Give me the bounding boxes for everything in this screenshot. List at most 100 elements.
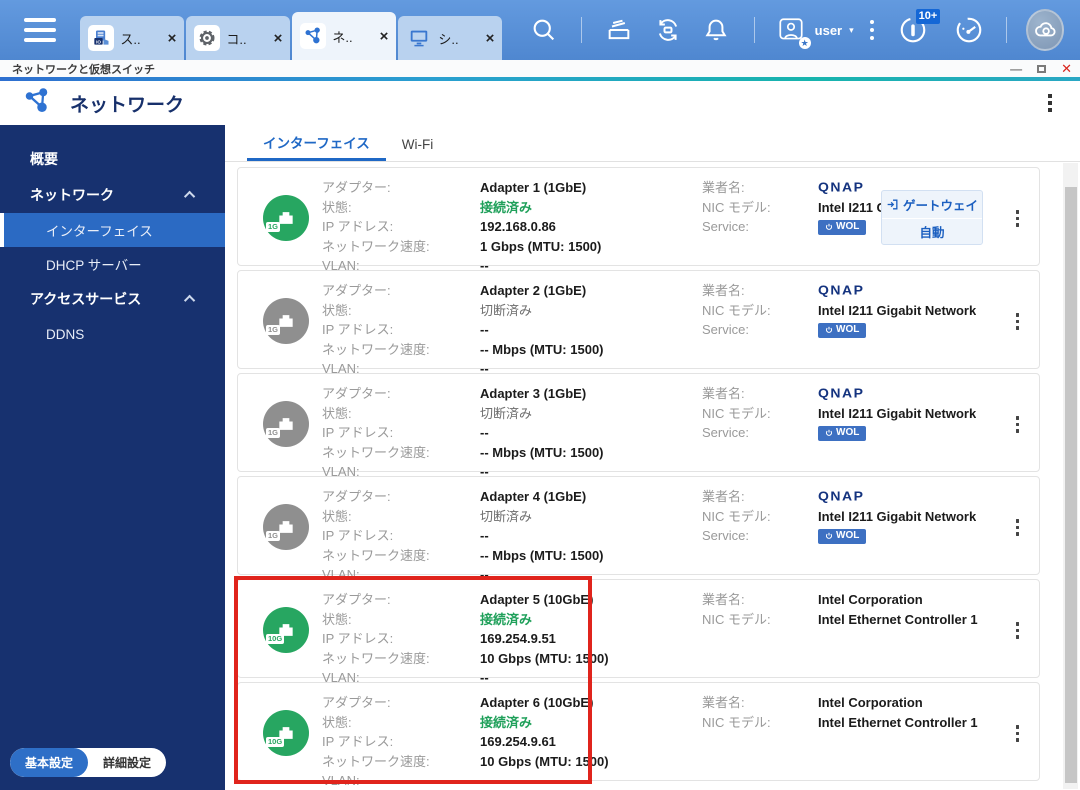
field-label: IP アドレス:	[322, 631, 394, 646]
field-label: IP アドレス:	[322, 219, 394, 234]
vertical-scrollbar[interactable]	[1063, 163, 1078, 789]
link-speed-badge: 1G	[266, 530, 281, 541]
adapter-status: 切断済み	[480, 508, 533, 524]
app-header: ネットワーク	[0, 81, 1080, 125]
gateway-label: ゲートウェイ	[902, 199, 978, 213]
adapter-speed: -- Mbps (MTU: 1500)	[480, 547, 604, 563]
vendor-name: Intel Corporation	[818, 695, 923, 710]
app-header-menu-button[interactable]	[1048, 94, 1052, 112]
sidebar-item-ddns[interactable]: DDNS	[0, 317, 225, 351]
vendor-logo: QNAP	[818, 488, 865, 504]
adapter-menu-button[interactable]	[1015, 519, 1019, 536]
sidebar-item-overview[interactable]: 概要	[0, 141, 225, 177]
advanced-settings-button[interactable]: 詳細設定	[88, 748, 166, 777]
tab-close-icon[interactable]: ×	[168, 30, 177, 47]
notifications-bell-button[interactable]	[701, 13, 732, 47]
control-panel-gear-icon	[194, 25, 221, 51]
adapter-connected-icon: 1G	[263, 194, 309, 241]
adapter-card-4: 1G アダプター: Adapter 4 (1GbE) 状態: 切断済み IP アドレ…	[237, 476, 1040, 582]
adapter-speed: 10 Gbps (MTU: 1500)	[480, 650, 609, 666]
adapter-card-6: 10G アダプター: Adapter 6 (10GbE) 状態: 接続済み IP ア…	[237, 682, 1040, 788]
myqnapcloud-button[interactable]	[1025, 9, 1064, 51]
adapter-speed: -- Mbps (MTU: 1500)	[480, 341, 604, 357]
adapter-vlan: --	[480, 773, 489, 788]
taskbar-divider	[753, 17, 755, 43]
adapter-menu-button[interactable]	[1015, 313, 1019, 330]
field-label: 業者名:	[702, 283, 745, 298]
field-label: 業者名:	[702, 386, 745, 401]
avatar-star-badge: ★	[798, 37, 811, 49]
firmware-update-button[interactable]	[653, 13, 684, 47]
svg-text:IO: IO	[96, 39, 101, 44]
network-app-icon	[22, 86, 52, 121]
field-label: 状態:	[322, 714, 352, 730]
field-label: 状態:	[322, 508, 352, 524]
field-label: IP アドレス:	[322, 528, 394, 543]
nic-model: Intel I211 Gigabit Network	[818, 302, 977, 318]
adapter-name: Adapter 1 (1GbE)	[480, 180, 587, 195]
field-label: アダプター:	[322, 386, 391, 401]
sidebar-label: インターフェイス	[46, 224, 153, 239]
field-label: ネットワーク速度:	[322, 547, 430, 563]
link-speed-badge: 1G	[266, 221, 281, 232]
sidebar-label: アクセスサービス	[30, 291, 142, 307]
tab-storage-snapshots[interactable]: IO ス.. ×	[80, 16, 185, 60]
tab-close-icon[interactable]: ×	[486, 30, 495, 47]
adapter-status: 切断済み	[480, 405, 533, 421]
adapter-connected-icon: 10G	[263, 709, 309, 756]
search-button[interactable]	[528, 13, 559, 47]
tab-close-icon[interactable]: ×	[380, 28, 389, 45]
basic-settings-button[interactable]: 基本設定	[10, 748, 89, 777]
background-tasks-button[interactable]	[604, 13, 635, 47]
field-label: アダプター:	[322, 489, 391, 504]
user-menu[interactable]: ★ user ▾	[774, 13, 854, 49]
link-speed-badge: 1G	[266, 427, 281, 438]
sidebar-item-network[interactable]: ネットワーク	[0, 177, 225, 213]
adapter-menu-button[interactable]	[1015, 622, 1019, 639]
field-label: NIC モデル:	[702, 405, 771, 421]
sidebar-label: DHCP サーバー	[46, 258, 142, 273]
dashboard-gauge-button[interactable]	[953, 13, 984, 47]
open-app-tabs: IO ス.. × コ.. × ネ.. × シ.. ×	[80, 0, 503, 60]
window-maximize-button[interactable]	[1037, 64, 1047, 73]
sidebar-label: DDNS	[46, 326, 85, 342]
adapter-menu-button[interactable]	[1015, 416, 1019, 433]
taskbar-more-button[interactable]	[869, 20, 874, 40]
tab-close-icon[interactable]: ×	[274, 30, 283, 47]
tab-label: ス..	[120, 31, 141, 47]
link-speed-badge: 1G	[266, 324, 281, 335]
vendor-name: Intel Corporation	[818, 592, 923, 607]
adapter-name: Adapter 4 (1GbE)	[480, 489, 587, 504]
tab-interfaces[interactable]: インターフェイス	[247, 124, 386, 161]
tab-system[interactable]: シ.. ×	[398, 16, 503, 60]
sidebar-item-access-services[interactable]: アクセスサービス	[0, 281, 225, 317]
adapter-status: 接続済み	[480, 714, 533, 730]
main-menu-button[interactable]	[24, 18, 57, 42]
tab-network-virtual-switch[interactable]: ネ.. ×	[292, 12, 397, 60]
sidebar-item-dhcp-server[interactable]: DHCP サーバー	[0, 247, 225, 281]
adapter-menu-button[interactable]	[1015, 725, 1019, 742]
window-minimize-button[interactable]: —	[1010, 63, 1022, 75]
sidebar-item-interfaces[interactable]: インターフェイス	[0, 213, 225, 247]
app-title: ネットワーク	[70, 94, 185, 116]
adapter-menu-button[interactable]	[1015, 210, 1019, 227]
adapter-ip: --	[480, 425, 489, 440]
adapter-name: Adapter 3 (1GbE)	[480, 386, 587, 401]
scrollbar-thumb[interactable]	[1064, 187, 1077, 783]
adapter-card-1: 1G アダプター: Adapter 1 (1GbE) 状態: 接続済み IP アドレ…	[237, 167, 1040, 273]
gateway-button[interactable]: ゲートウェイ 自動	[881, 190, 983, 245]
sidebar-label: 概要	[30, 151, 58, 167]
tab-wifi[interactable]: Wi-Fi	[386, 129, 449, 161]
adapter-disconnected-icon: 1G	[263, 400, 309, 447]
tab-control-panel[interactable]: コ.. ×	[186, 16, 291, 60]
adapter-status: 接続済み	[480, 611, 533, 627]
adapter-ip: --	[480, 528, 489, 543]
adapter-speed: 10 Gbps (MTU: 1500)	[480, 753, 609, 769]
wol-badge: WOL	[818, 426, 867, 441]
tab-label: コ..	[226, 31, 247, 47]
window-close-button[interactable]: ✕	[1061, 62, 1072, 75]
window-titlebar: ネットワークと仮想スイッチ — ✕	[0, 60, 1080, 77]
adapter-card-2: 1G アダプター: Adapter 2 (1GbE) 状態: 切断済み IP アドレ…	[237, 270, 1040, 376]
resource-monitor-button[interactable]: 10+	[898, 9, 941, 47]
content-tabs: インターフェイス Wi-Fi	[225, 125, 1080, 162]
